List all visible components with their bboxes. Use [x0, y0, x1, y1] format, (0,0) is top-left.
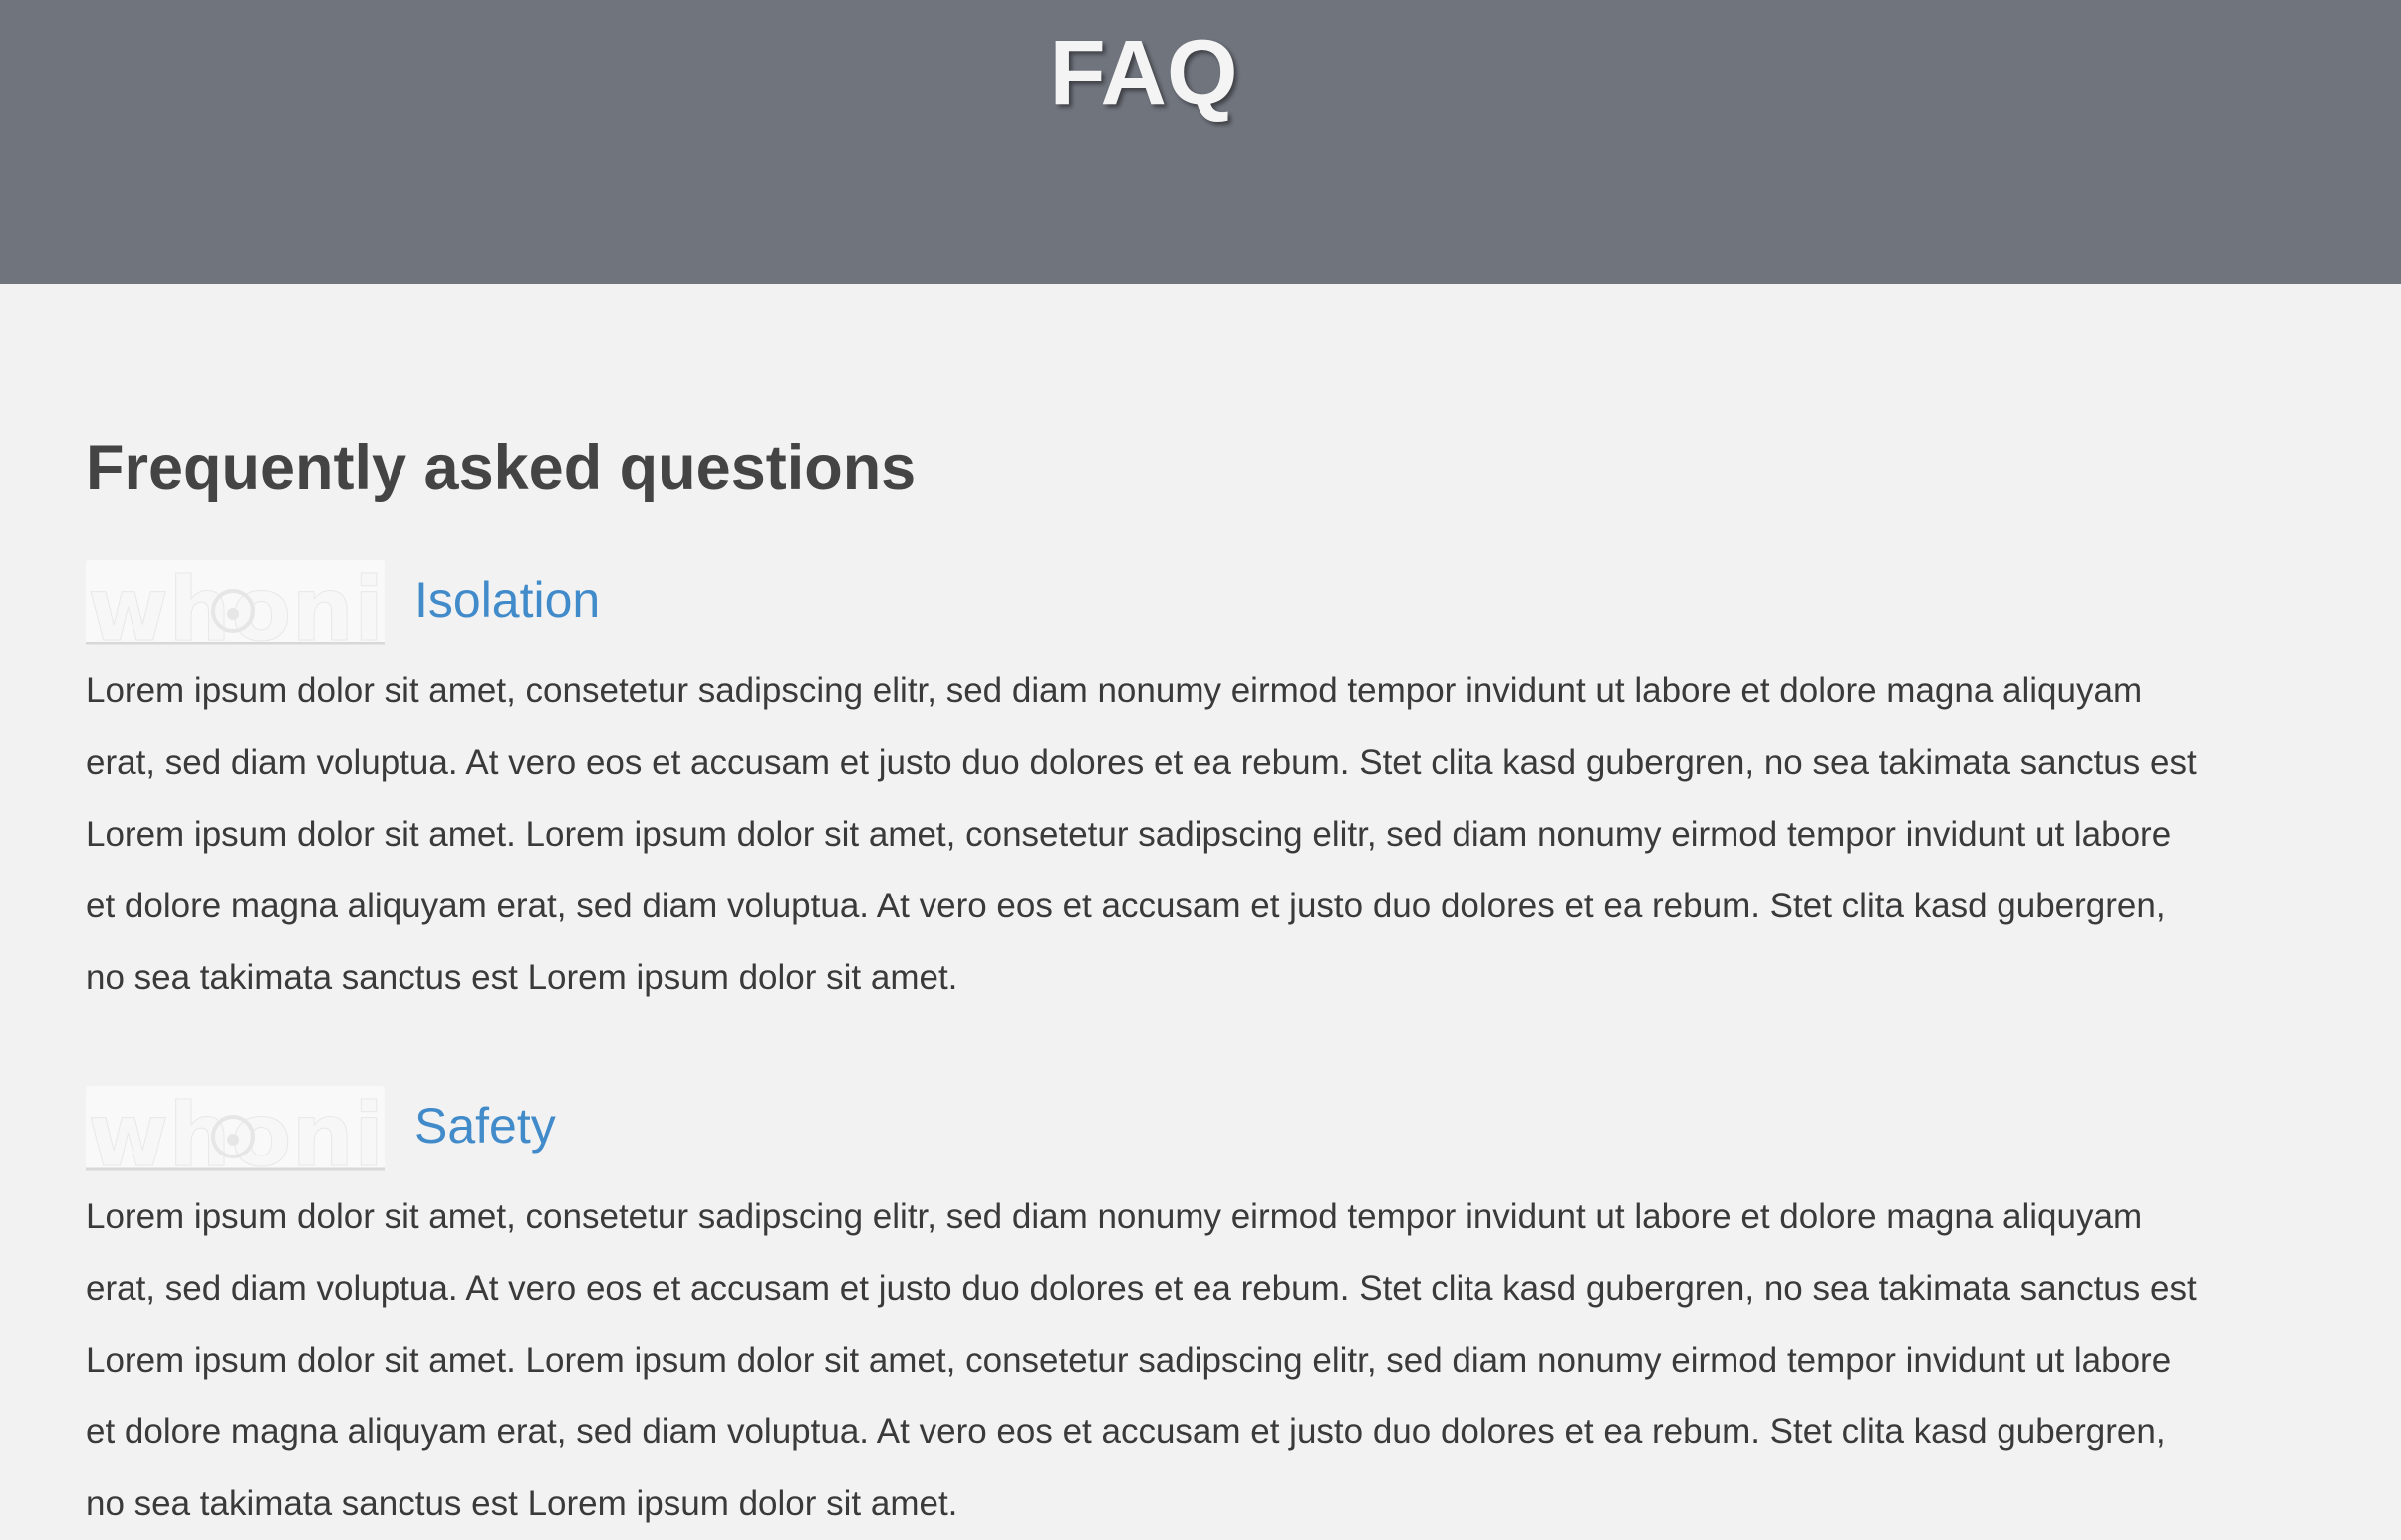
page-header: FAQ	[0, 0, 2401, 284]
whonix-logo: whonix	[86, 556, 385, 645]
faq-title-link[interactable]: Safety	[86, 1082, 2218, 1161]
faq-title-link[interactable]: Isolation	[86, 556, 2218, 636]
main-content: Frequently asked questions whonix Isolat…	[86, 418, 2218, 1540]
whonix-logo: whonix	[86, 1082, 385, 1171]
section-heading: Frequently asked questions	[86, 433, 917, 503]
logo-wordmark: whonix	[88, 1084, 385, 1171]
faq-answer-text: Lorem ipsum dolor sit amet, consetetur s…	[86, 1197, 2197, 1523]
faq-item-isolation: whonix Isolation Lorem ipsum dolor sit a…	[86, 556, 2218, 1014]
logo-wordmark: whonix	[88, 558, 385, 645]
page-title: FAQ	[1049, 22, 1238, 124]
faq-item-safety: whonix Safety Lorem ipsum dolor sit amet…	[86, 1082, 2218, 1540]
faq-answer-text: Lorem ipsum dolor sit amet, consetetur s…	[86, 671, 2197, 997]
